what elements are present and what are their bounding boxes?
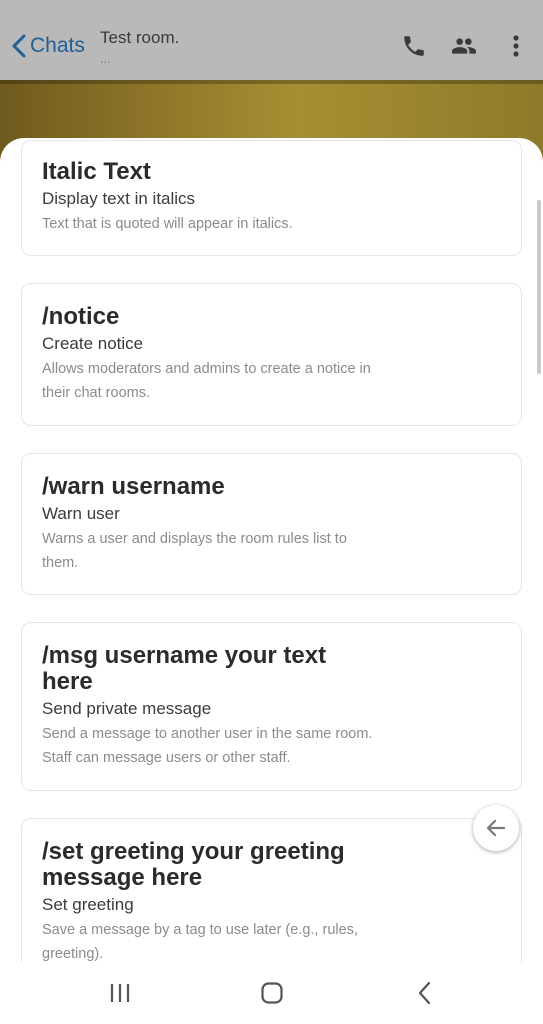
command-description: Allows moderators and admins to create a… (42, 357, 501, 405)
close-commands-button[interactable] (473, 805, 519, 851)
command-title: Warn user (42, 504, 120, 523)
command-title: Create notice (42, 334, 144, 353)
command-name: Italic Text (42, 158, 151, 185)
system-navigation-bar (0, 962, 543, 1024)
description-line: Warns a user and displays the room rules… (42, 531, 347, 547)
command-name: /notice (42, 303, 120, 330)
description-line: them. (42, 555, 79, 571)
commands-bottom-sheet: Italic Text Display text in italics Text… (0, 138, 543, 962)
more-vertical-icon[interactable] (506, 33, 526, 59)
command-name-line: /msg username your text (42, 642, 327, 669)
home-icon (261, 982, 283, 1004)
command-description: Warns a user and displays the room rules… (42, 527, 501, 575)
chat-header: Chats Test room. ... (0, 0, 543, 80)
chat-screen: Chats Test room. ... Italic Text Display… (0, 0, 543, 962)
command-card-msg[interactable]: /msg username your text here Send privat… (21, 622, 522, 791)
command-description: Text that is quoted will appear in itali… (42, 216, 293, 232)
phone-icon[interactable] (401, 33, 427, 59)
command-card-warn[interactable]: /warn username Warn user Warns a user an… (21, 453, 522, 595)
chevron-left-icon (12, 34, 26, 58)
scrollbar[interactable] (537, 200, 541, 374)
nav-back-icon (418, 981, 431, 1005)
banner-shadow (0, 80, 543, 84)
description-line: Allows moderators and admins to create a… (42, 361, 371, 377)
command-card-set-greeting[interactable]: /set greeting your greeting message here… (21, 818, 522, 962)
command-card-italic[interactable]: Italic Text Display text in italics Text… (21, 140, 522, 256)
command-name: /set greeting your greeting message here (42, 839, 501, 891)
command-description: Send a message to another user in the sa… (42, 722, 501, 770)
command-title: Send private message (42, 699, 212, 718)
command-name-line: here (42, 668, 93, 695)
recents-icon (110, 984, 130, 1002)
command-title: Display text in italics (42, 189, 196, 208)
description-line: Save a message by a tag to use later (e.… (42, 922, 358, 938)
nav-recents-button[interactable] (105, 980, 135, 1006)
command-name-line: message here (42, 864, 203, 891)
room-subtitle: ... (100, 51, 111, 66)
back-label: Chats (30, 34, 85, 57)
command-description: Save a message by a tag to use later (e.… (42, 918, 501, 962)
nav-back-button[interactable] (410, 980, 440, 1006)
description-line: Staff can message users or other staff. (42, 750, 291, 766)
people-icon[interactable] (448, 33, 480, 59)
description-line: greeting). (42, 946, 104, 962)
room-title: Test room. (100, 28, 180, 47)
command-title: Set greeting (42, 895, 134, 914)
nav-home-button[interactable] (257, 980, 287, 1006)
description-line: their chat rooms. (42, 385, 150, 401)
command-card-notice[interactable]: /notice Create notice Allows moderators … (21, 283, 522, 426)
description-line: Send a message to another user in the sa… (42, 726, 373, 742)
arrow-left-icon (486, 819, 506, 837)
command-name: /msg username your text here (42, 643, 501, 695)
command-name-line: /set greeting your greeting (42, 838, 345, 865)
command-name: /warn username (42, 473, 225, 500)
back-to-chats-button[interactable]: Chats (10, 28, 85, 64)
